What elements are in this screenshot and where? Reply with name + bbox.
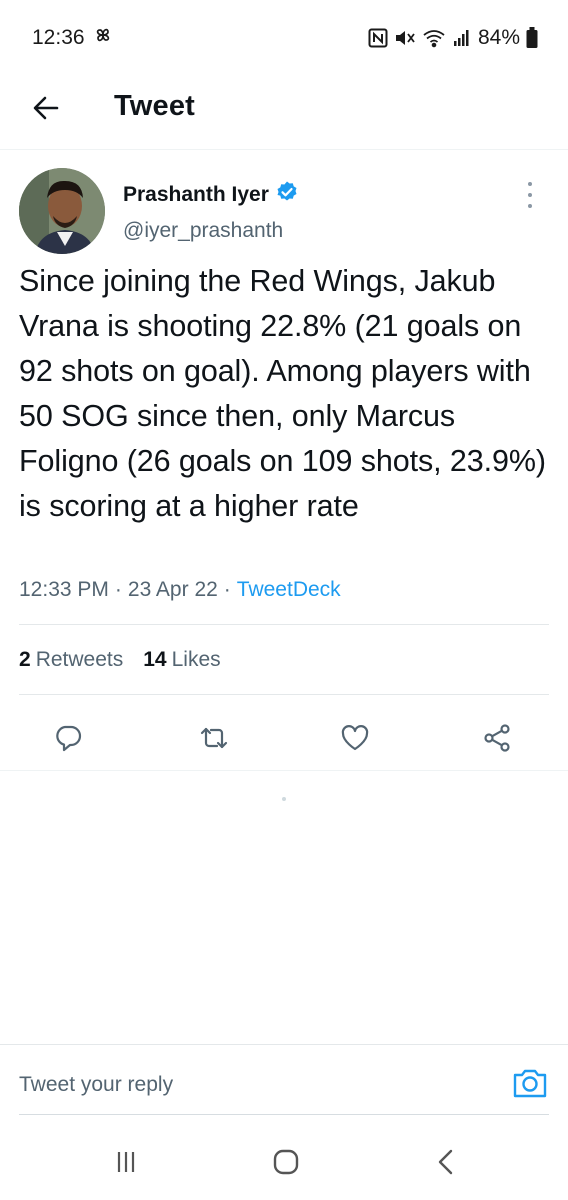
retweet-icon [198, 723, 230, 758]
retweets-label: Retweets [35, 648, 124, 671]
back-nav-button[interactable] [426, 1148, 466, 1180]
status-left: 12:36 [32, 25, 113, 51]
recent-apps-button[interactable] [106, 1148, 146, 1180]
tweet-text: Since joining the Red Wings, Jakub Vrana… [19, 264, 546, 523]
loading-indicator [282, 797, 286, 801]
divider [19, 694, 549, 695]
battery-icon [526, 27, 538, 49]
likes-count: 14 [143, 648, 167, 671]
verified-badge-icon [275, 180, 299, 209]
mute-icon [394, 28, 416, 48]
reply-button[interactable] [46, 718, 90, 762]
camera-button[interactable] [512, 1065, 548, 1101]
tweet-stats: 2 Retweets 14 Likes [19, 648, 221, 672]
likes-stat[interactable]: 14 Likes [143, 648, 220, 672]
share-icon [482, 723, 512, 758]
more-options-button[interactable] [518, 182, 542, 208]
home-icon [272, 1148, 300, 1181]
signal-icon [452, 28, 472, 48]
avatar[interactable] [19, 168, 105, 254]
nfc-icon [368, 28, 388, 48]
share-button[interactable] [475, 718, 519, 762]
name-row: Prashanth Iyer [123, 180, 299, 209]
section-divider [0, 770, 568, 771]
pinwheel-icon [93, 25, 113, 51]
status-bar: 12:36 84% [0, 0, 568, 76]
like-icon [340, 723, 370, 758]
retweet-button[interactable] [192, 718, 236, 762]
tweet-source-link[interactable]: TweetDeck [237, 578, 341, 602]
like-button[interactable] [333, 718, 377, 762]
reply-input-underline [19, 1114, 549, 1115]
battery-percent: 84% [477, 26, 520, 49]
screen: 12:36 84% Tweet Prashanth Iyer @iyer_pra… [0, 0, 568, 1200]
more-dot-icon [528, 204, 532, 208]
page-title: Tweet [114, 90, 196, 122]
meta-separator: · [114, 578, 122, 601]
reply-input[interactable]: Tweet your reply [19, 1073, 173, 1097]
reply-icon [53, 723, 83, 758]
divider [19, 624, 549, 625]
arrow-left-icon [31, 93, 61, 128]
chevron-left-icon [435, 1148, 457, 1181]
tweet-actions [0, 710, 568, 770]
meta-separator: · [223, 578, 231, 601]
status-time: 12:36 [32, 26, 85, 49]
retweets-stat[interactable]: 2 Retweets [19, 648, 123, 672]
author-name[interactable]: Prashanth Iyer [123, 183, 269, 207]
tweet-meta: 12:33 PM · 23 Apr 22 · TweetDeck [19, 578, 341, 602]
retweets-count: 2 [19, 648, 31, 671]
tweet-date: 23 Apr 22 [127, 578, 218, 601]
tweet-time: 12:33 PM [19, 578, 109, 601]
more-dot-icon [528, 193, 532, 197]
more-dot-icon [528, 182, 532, 186]
back-button[interactable] [28, 92, 64, 128]
author-handle[interactable]: @iyer_prashanth [123, 219, 299, 243]
header: Tweet [0, 76, 568, 150]
likes-label: Likes [171, 648, 221, 671]
wifi-icon [422, 28, 446, 48]
author-block[interactable]: Prashanth Iyer @iyer_prashanth [123, 180, 299, 243]
camera-icon [512, 1069, 548, 1105]
status-right: 84% [368, 26, 538, 50]
home-button[interactable] [266, 1148, 306, 1180]
reply-bar: Tweet your reply [0, 1044, 568, 1116]
recent-apps-icon [113, 1149, 139, 1180]
system-nav-bar [0, 1128, 568, 1200]
